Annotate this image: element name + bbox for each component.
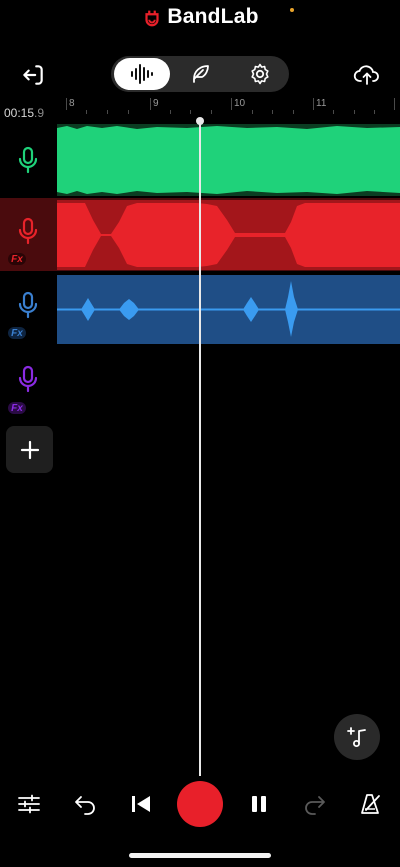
ruler-label: 10 [234, 98, 246, 109]
metronome-icon [361, 794, 380, 814]
record-button[interactable] [177, 781, 223, 827]
ruler-minor-tick [211, 110, 212, 114]
fx-badge[interactable]: Fx [8, 327, 26, 339]
app-title: BandLab [167, 5, 259, 28]
ruler-minor-tick [170, 110, 171, 114]
pause-button[interactable] [241, 786, 277, 822]
ruler-label: 11 [316, 98, 327, 109]
microphone-icon [18, 291, 38, 319]
microphone-icon [18, 217, 38, 244]
playhead[interactable] [199, 121, 201, 776]
notification-dot [290, 8, 294, 12]
tab-settings[interactable] [238, 58, 282, 90]
fx-badge[interactable]: Fx [8, 402, 26, 414]
ruler-minor-tick [333, 110, 334, 114]
undo-button[interactable] [67, 786, 103, 822]
ruler-minor-tick [354, 110, 355, 114]
exit-icon [23, 65, 43, 85]
ruler-minor-tick [293, 110, 294, 114]
time-main: 00:15 [4, 106, 35, 120]
redo-button[interactable] [297, 786, 333, 822]
cloud-upload-icon [353, 65, 379, 85]
upload-button[interactable] [352, 60, 382, 90]
track-header-1[interactable] [0, 124, 56, 196]
ruler-label: 8 [69, 98, 75, 109]
ruler-tick [231, 98, 232, 110]
add-track-button[interactable] [6, 426, 53, 473]
ruler-tick [66, 98, 67, 110]
add-music-note-button[interactable] [334, 714, 380, 760]
waveform-icon [131, 64, 153, 84]
sliders-icon [18, 794, 40, 814]
time-readout: 00:15.9 [4, 106, 44, 120]
ruler-minor-tick [272, 110, 273, 114]
pause-icon [252, 796, 266, 812]
audio-region-track-1[interactable] [57, 124, 400, 196]
audio-region-track-3[interactable] [57, 275, 400, 344]
bandlab-logo-icon [145, 10, 159, 27]
ruler-minor-tick [107, 110, 108, 114]
tab-tracks[interactable] [114, 58, 170, 90]
ruler-minor-tick [190, 110, 191, 114]
time-fraction: .9 [34, 106, 45, 120]
audio-region-track-2[interactable] [57, 200, 400, 270]
fx-badge[interactable]: Fx [8, 253, 26, 265]
gear-icon [251, 63, 269, 85]
ruler-minor-tick [252, 110, 253, 114]
mixer-button[interactable] [11, 786, 47, 822]
ruler-minor-tick [86, 110, 87, 114]
home-indicator [129, 853, 271, 858]
ruler-tick [150, 98, 151, 110]
app-header: BandLab [0, 0, 400, 34]
rewind-button[interactable] [123, 786, 159, 822]
playhead-handle[interactable] [196, 117, 204, 125]
add-music-note-icon [347, 727, 366, 747]
feather-icon [193, 65, 209, 83]
ruler-label: 9 [153, 98, 159, 109]
microphone-icon [18, 365, 38, 393]
timeline-ruler[interactable] [57, 98, 400, 120]
ruler-minor-tick [374, 110, 375, 114]
ruler-minor-tick [128, 110, 129, 114]
tab-lyrics[interactable] [178, 58, 222, 90]
undo-icon [75, 796, 95, 815]
exit-button[interactable] [18, 60, 48, 90]
ruler-tick [394, 98, 395, 110]
microphone-icon [18, 146, 38, 174]
plus-icon [20, 440, 39, 459]
metronome-button[interactable] [353, 786, 389, 822]
redo-icon [305, 796, 325, 815]
skip-back-icon [132, 796, 150, 812]
ruler-tick [313, 98, 314, 110]
